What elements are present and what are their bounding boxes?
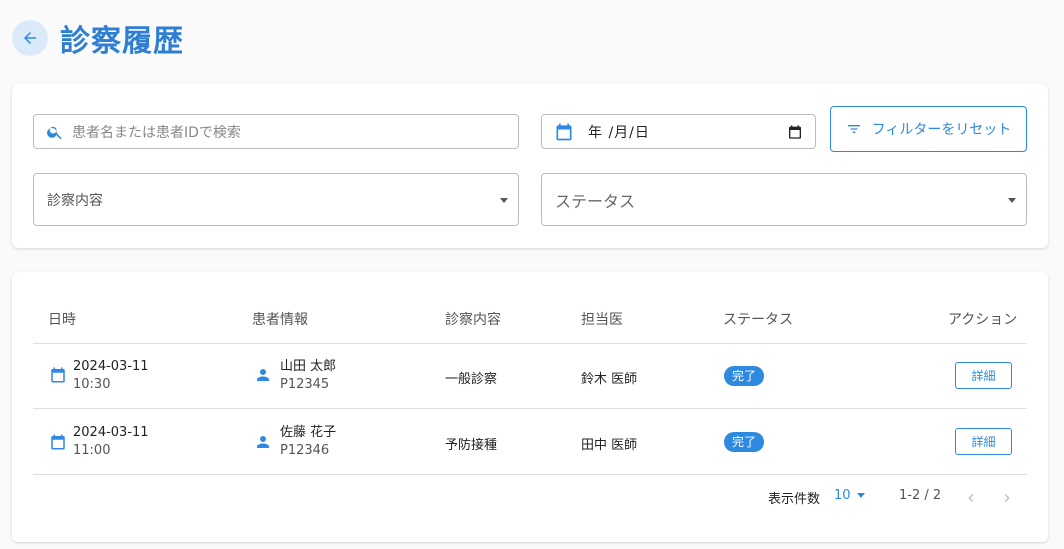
search-icon bbox=[47, 126, 62, 139]
per-page-select[interactable]: 10 bbox=[834, 488, 865, 503]
detail-button[interactable]: 詳細 bbox=[955, 362, 1012, 389]
calendar-icon bbox=[51, 434, 65, 450]
date-value: 年 /月/日 bbox=[588, 124, 650, 141]
patient-cell: 山田 太郎 P12345 bbox=[280, 358, 336, 394]
dropdown-caret-icon bbox=[500, 198, 508, 203]
reset-filters-button[interactable]: フィルターをリセット bbox=[830, 106, 1027, 152]
reset-filters-label: フィルターをリセット bbox=[871, 122, 1012, 138]
patient-name: 山田 太郎 bbox=[280, 359, 337, 374]
filter-icon bbox=[847, 125, 860, 133]
content-select[interactable]: 診察内容 bbox=[33, 173, 519, 226]
date-text: 2024-03-11 bbox=[73, 359, 149, 374]
patient-cell: 佐藤 花子 P12346 bbox=[280, 424, 336, 460]
chevron-left-icon[interactable] bbox=[963, 490, 979, 506]
filter-panel: 患者名または患者IDで検索 年 /月/日 フィルターをリセット 診察内容 ステー… bbox=[12, 84, 1048, 248]
column-header-action: アクション bbox=[948, 312, 1018, 328]
content-cell: 一般診察 bbox=[445, 372, 498, 387]
status-select[interactable]: ステータス bbox=[541, 173, 1027, 226]
person-icon bbox=[257, 436, 269, 448]
person-icon bbox=[257, 369, 269, 381]
date-input[interactable]: 年 /月/日 bbox=[541, 114, 816, 149]
column-header-content[interactable]: 診察内容 bbox=[445, 309, 501, 329]
column-header-status[interactable]: ステータス bbox=[723, 309, 793, 329]
chevron-right-icon[interactable] bbox=[999, 490, 1015, 506]
search-placeholder: 患者名または患者IDで検索 bbox=[72, 124, 241, 141]
column-header-doctor[interactable]: 担当医 bbox=[581, 309, 623, 329]
status-select-label: ステータス bbox=[555, 191, 636, 211]
table-row[interactable]: 2024-03-11 10:30 山田 太郎 P12345 一般診察 鈴木 医師… bbox=[12, 344, 1048, 409]
patient-id: P12345 bbox=[280, 377, 330, 392]
patient-id: P12346 bbox=[280, 443, 330, 458]
content-select-label: 診察内容 bbox=[47, 192, 103, 209]
doctor-cell: 鈴木 医師 bbox=[581, 372, 638, 387]
datetime-cell: 2024-03-11 11:00 bbox=[73, 424, 149, 460]
per-page-value: 10 bbox=[834, 488, 851, 503]
status-badge: 完了 bbox=[724, 432, 765, 452]
dropdown-caret-icon bbox=[856, 493, 865, 498]
patient-name: 佐藤 花子 bbox=[280, 425, 337, 440]
time-text: 10:30 bbox=[73, 377, 111, 392]
page-title: 診察履歴 bbox=[60, 24, 184, 59]
doctor-cell: 田中 医師 bbox=[581, 438, 638, 453]
date-picker-icon[interactable] bbox=[787, 124, 803, 140]
search-input[interactable]: 患者名または患者IDで検索 bbox=[33, 114, 519, 149]
page-header: 診察履歴 bbox=[12, 18, 184, 59]
per-page-label: 表示件数 bbox=[768, 492, 821, 507]
divider bbox=[33, 474, 1027, 475]
calendar-icon bbox=[556, 123, 572, 140]
calendar-icon bbox=[51, 367, 65, 383]
column-header-datetime[interactable]: 日時 bbox=[48, 309, 76, 329]
back-button[interactable] bbox=[12, 20, 48, 56]
detail-button[interactable]: 詳細 bbox=[955, 428, 1012, 455]
content-cell: 予防接種 bbox=[445, 438, 498, 453]
history-table-card: 日時 患者情報 診察内容 担当医 ステータス アクション 2024-03-11 … bbox=[12, 272, 1048, 542]
dropdown-caret-icon bbox=[1008, 198, 1016, 203]
datetime-cell: 2024-03-11 10:30 bbox=[73, 358, 149, 394]
status-badge: 完了 bbox=[724, 366, 765, 386]
arrow-left-icon bbox=[24, 32, 36, 44]
date-text: 2024-03-11 bbox=[73, 425, 149, 440]
time-text: 11:00 bbox=[73, 443, 111, 458]
page-range: 1-2 / 2 bbox=[899, 488, 942, 503]
table-row[interactable]: 2024-03-11 11:00 佐藤 花子 P12346 予防接種 田中 医師… bbox=[12, 409, 1048, 474]
column-header-patient[interactable]: 患者情報 bbox=[252, 309, 308, 329]
